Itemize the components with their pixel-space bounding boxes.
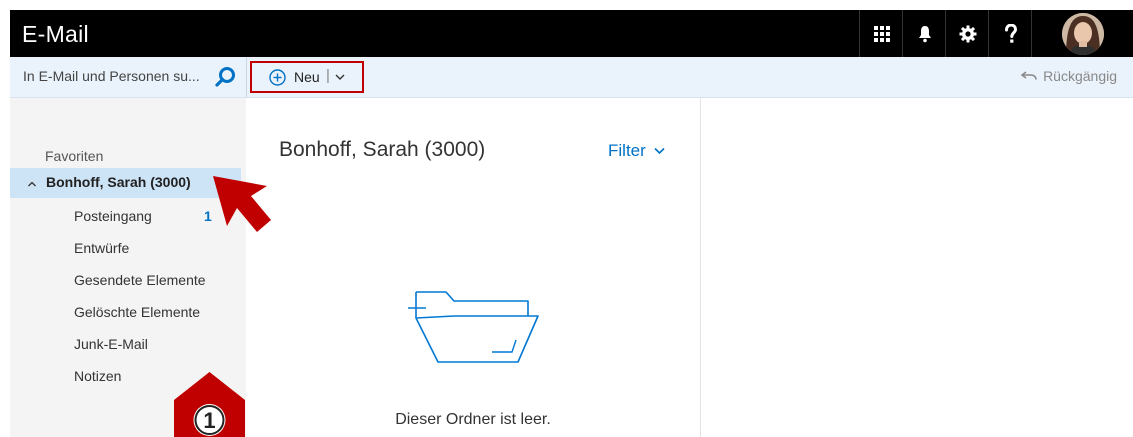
folder-sent[interactable]: Gesendete Elemente <box>10 266 246 294</box>
folder-label: Posteingang <box>74 208 152 224</box>
new-mail-button[interactable]: Neu | <box>250 61 364 93</box>
search-icon[interactable] <box>214 66 236 88</box>
folder-label: Junk-E-Mail <box>74 336 148 352</box>
filter-label: Filter <box>608 141 646 160</box>
folder-title: Bonhoff, Sarah (3000) <box>279 138 486 161</box>
reading-pane <box>701 98 1133 437</box>
help-icon[interactable] <box>990 10 1031 57</box>
command-bar: In E-Mail und Personen su... Neu | Rückg… <box>10 57 1133 98</box>
app-title: E-Mail <box>22 21 89 47</box>
folder-deleted[interactable]: Gelöschte Elemente <box>10 298 246 326</box>
bell-icon[interactable] <box>904 10 945 57</box>
empty-folder-icon <box>408 291 539 363</box>
chevron-down-icon <box>654 147 665 155</box>
new-mail-label: Neu <box>294 69 320 85</box>
gear-icon[interactable] <box>947 10 988 57</box>
plus-circle-icon <box>269 69 286 86</box>
folder-label: Entwürfe <box>74 240 130 256</box>
chevron-down-icon[interactable] <box>334 71 346 83</box>
search-input[interactable]: In E-Mail und Personen su... <box>23 68 200 84</box>
empty-folder-text: Dieser Ordner ist leer. <box>395 411 551 428</box>
new-mail-divider: | <box>326 67 330 84</box>
undo-label: Rückgängig <box>1043 68 1117 84</box>
account-label: Bonhoff, Sarah (3000) <box>46 174 191 190</box>
avatar[interactable] <box>1033 10 1133 57</box>
command-separator <box>246 57 247 97</box>
undo-button[interactable]: Rückgängig <box>1021 68 1117 84</box>
chevron-up-icon[interactable] <box>27 179 37 189</box>
top-bar: E-Mail <box>10 10 1133 57</box>
filter-button[interactable]: Filter <box>608 141 665 161</box>
folder-label: Notizen <box>74 368 122 384</box>
pointer-arrow-annotation <box>213 176 271 232</box>
step-number: 1 <box>203 408 215 433</box>
undo-icon <box>1021 71 1037 80</box>
outlook-window: E-Mail In E-Mail und Personen su... Neu … <box>10 10 1133 437</box>
folder-label: Gelöschte Elemente <box>74 304 201 320</box>
folder-junk[interactable]: Junk-E-Mail <box>10 330 246 358</box>
favorites-heading[interactable]: Favoriten <box>45 148 103 164</box>
step-badge: 1 <box>174 372 245 437</box>
message-list: Bonhoff, Sarah (3000) Filter Dieser Ordn… <box>246 98 701 437</box>
folder-label: Gesendete Elemente <box>74 272 206 288</box>
folder-drafts[interactable]: Entwürfe <box>10 234 246 262</box>
app-launcher-icon[interactable] <box>861 10 902 57</box>
search-box[interactable]: In E-Mail und Personen su... <box>10 57 246 97</box>
